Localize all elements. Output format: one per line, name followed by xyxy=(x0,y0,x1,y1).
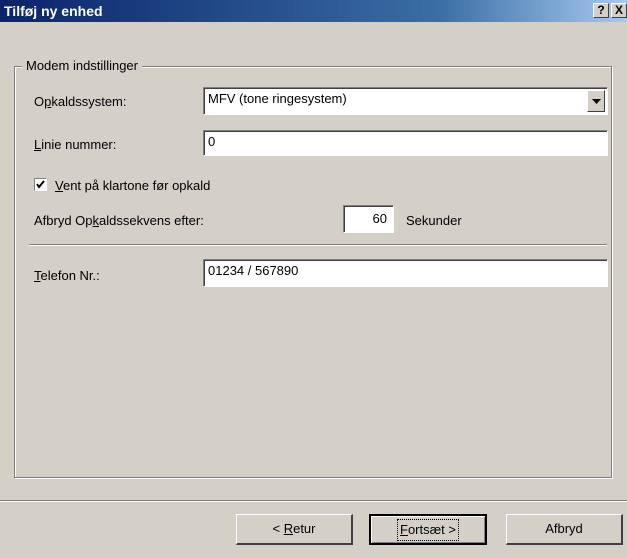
abort-seconds-input[interactable]: 60 xyxy=(343,205,394,233)
abort-dial-label: Afbryd Opkaldssekvens efter: xyxy=(34,213,204,228)
bottom-separator xyxy=(0,500,627,502)
dropdown-button[interactable] xyxy=(587,90,605,112)
help-button[interactable]: ? xyxy=(593,3,609,18)
chevron-down-icon xyxy=(592,99,601,104)
title-bar: Tilføj ny enhed ? X xyxy=(0,0,627,22)
wait-dial-tone-label[interactable]: Vent på klartone før opkald xyxy=(55,178,210,193)
separator xyxy=(29,244,607,246)
wait-dial-tone-checkbox[interactable] xyxy=(34,178,47,191)
seconds-unit-label: Sekunder xyxy=(406,213,462,228)
window-title: Tilføj ny enhed xyxy=(4,3,103,19)
group-legend: Modem indstillinger xyxy=(22,58,142,73)
close-button[interactable]: X xyxy=(611,3,627,18)
phone-number-input[interactable]: 01234 / 567890 xyxy=(203,259,608,287)
back-button[interactable]: < Retur xyxy=(236,514,353,545)
checkmark-icon xyxy=(36,180,45,189)
dialing-system-label: Opkaldssystem: xyxy=(34,94,127,109)
line-number-label: Linie nummer: xyxy=(34,137,117,152)
dialing-system-value: MFV (tone ringesystem) xyxy=(208,91,347,106)
dialing-system-select[interactable]: MFV (tone ringesystem) xyxy=(203,87,608,115)
phone-number-label: Telefon Nr.: xyxy=(34,268,100,283)
focus-rect: Fortsæt > xyxy=(397,519,459,541)
line-number-input[interactable]: 0 xyxy=(203,130,608,156)
cancel-button[interactable]: Afbryd xyxy=(506,514,623,545)
next-button[interactable]: Fortsæt > xyxy=(369,514,487,545)
